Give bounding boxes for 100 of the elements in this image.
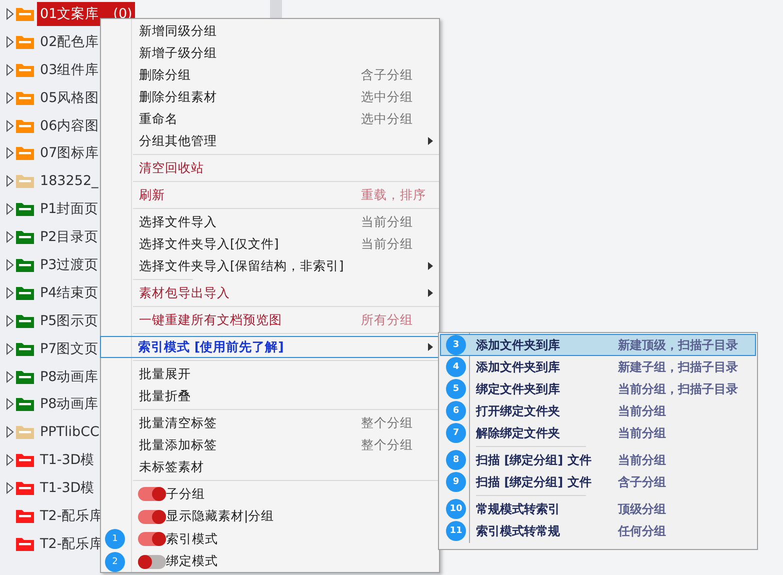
- step-badge: 2: [105, 552, 125, 572]
- toggle-switch[interactable]: [138, 487, 166, 502]
- tree-item[interactable]: P8动画库: [37, 392, 102, 416]
- toggle-label: 绑定模式: [166, 553, 218, 570]
- expand-triangle-icon[interactable]: [6, 120, 14, 132]
- tree-item[interactable]: 183252_: [37, 170, 102, 192]
- menu-item-label: 批量清空标签: [139, 414, 217, 432]
- expand-triangle-icon[interactable]: [6, 92, 14, 104]
- submenu-item[interactable]: 7 解除绑定文件夹 当前分组: [440, 422, 756, 444]
- submenu-item[interactable]: 4 添加文件夹到库 新建子组，扫描子目录: [440, 356, 756, 378]
- step-badge: 10: [446, 499, 466, 519]
- expand-triangle-icon[interactable]: [6, 370, 14, 383]
- tree-item[interactable]: 02配色库: [37, 30, 102, 54]
- expand-triangle-icon[interactable]: [6, 147, 14, 160]
- menu-item[interactable]: 未标签素材: [101, 456, 439, 478]
- expand-triangle-icon[interactable]: [6, 342, 14, 355]
- tree-item[interactable]: P4结束页: [37, 280, 102, 305]
- submenu-item-hint: 顶级分组: [618, 500, 666, 518]
- step-badge: 1: [105, 529, 125, 550]
- tree-item[interactable]: P8动画库: [37, 364, 102, 389]
- submenu-item[interactable]: 5 绑定文件夹到库 当前分组，扫描子目录: [440, 378, 756, 400]
- submenu-item[interactable]: 10 常规模式转索引 顶级分组: [440, 498, 756, 520]
- menu-item-label: 未标签素材: [139, 458, 204, 476]
- tree-item[interactable]: P3过渡页: [37, 252, 102, 277]
- expand-triangle-icon[interactable]: [6, 64, 14, 76]
- submenu-item-label: 添加文件夹到库: [476, 358, 560, 376]
- menu-item[interactable]: 删除分组 含子分组: [101, 64, 439, 86]
- tree-item[interactable]: P7图文页: [37, 336, 102, 361]
- tree-item[interactable]: P1封面页: [37, 197, 102, 222]
- step-badge: 5: [446, 379, 466, 399]
- step-badge: 3: [446, 335, 466, 355]
- expand-triangle-icon[interactable]: [6, 454, 14, 466]
- step-badge: 6: [446, 401, 466, 421]
- menu-item[interactable]: 素材包导出导入: [101, 282, 439, 304]
- scrollbar[interactable]: [270, 0, 282, 20]
- submenu-item[interactable]: 3 添加文件夹到库 新建顶级，扫描子目录: [440, 334, 756, 356]
- menu-item-label: 素材包导出导入: [139, 284, 230, 302]
- expand-triangle-icon[interactable]: [6, 175, 14, 188]
- tree-item[interactable]: T1-3D模: [37, 448, 98, 472]
- submenu-item-label: 添加文件夹到库: [476, 336, 560, 354]
- menu-item-label: 重命名: [139, 110, 178, 128]
- menu-item[interactable]: 选择文件夹导入[仅文件] 当前分组: [101, 233, 439, 255]
- menu-item[interactable]: 批量清空标签 整个分组: [101, 412, 439, 434]
- menu-item-label: 一键重建所有文档预览图: [139, 312, 282, 328]
- menu-item-hint: 当前分组: [361, 236, 413, 252]
- expand-triangle-icon[interactable]: [6, 203, 14, 216]
- expand-triangle-icon[interactable]: [6, 426, 14, 438]
- submenu-item-hint: 新建顶级，扫描子目录: [618, 336, 738, 354]
- step-badge: 7: [446, 423, 466, 443]
- step-badge: 9: [446, 472, 466, 492]
- submenu-item-label: 常规模式转索引: [476, 500, 560, 518]
- expand-triangle-icon[interactable]: [6, 482, 14, 494]
- expand-triangle-icon[interactable]: [6, 8, 14, 20]
- tree-item[interactable]: 06内容图: [37, 114, 102, 138]
- submenu-item[interactable]: 9 扫描 [绑定分组] 文件 含子分组: [440, 471, 756, 493]
- tree-item[interactable]: P5图示页: [37, 308, 102, 333]
- submenu-item[interactable]: 6 打开绑定文件夹 当前分组: [440, 400, 756, 422]
- menu-item[interactable]: 索引模式 [使用前先了解]: [100, 336, 439, 358]
- submenu-item-hint: 当前分组，扫描子目录: [618, 380, 738, 398]
- menu-item-label: 选择文件夹导入[保留结构，非索引]: [139, 258, 344, 274]
- step-badge: 8: [446, 450, 466, 470]
- menu-item[interactable]: 批量展开: [101, 363, 439, 385]
- submenu-item-hint: 当前分组: [618, 402, 666, 420]
- tree-item[interactable]: P2目录页: [37, 225, 102, 250]
- menu-item[interactable]: 选择文件导入 当前分组: [101, 211, 439, 233]
- submenu-item-label: 扫描 [绑定分组] 文件: [476, 452, 592, 468]
- expand-triangle-icon[interactable]: [6, 398, 14, 410]
- toggle-switch[interactable]: [138, 510, 166, 524]
- submenu-item[interactable]: 8 扫描 [绑定分组] 文件 当前分组: [440, 449, 756, 471]
- menu-item[interactable]: 一键重建所有文档预览图 所有分组: [101, 309, 439, 331]
- menu-item[interactable]: 批量折叠: [101, 385, 439, 407]
- tree-item[interactable]: T1-3D模: [37, 476, 98, 500]
- menu-item-hint: 选中分组: [361, 110, 413, 128]
- menu-item-label: 新增同级分组: [139, 22, 217, 40]
- menu-item-hint: 整个分组: [361, 414, 413, 432]
- tree-item[interactable]: 03组件库: [37, 58, 102, 82]
- menu-item-label: 批量折叠: [139, 388, 191, 404]
- menu-item[interactable]: 刷新 重载，排序: [101, 184, 439, 206]
- toggle-switch[interactable]: [138, 554, 166, 569]
- tree-item[interactable]: 07图标库: [37, 141, 102, 166]
- expand-triangle-icon[interactable]: [6, 258, 14, 271]
- expand-triangle-icon[interactable]: [6, 286, 14, 299]
- menu-item[interactable]: 选择文件夹导入[保留结构，非索引]: [101, 255, 439, 277]
- menu-item-label: 清空回收站: [139, 160, 204, 176]
- menu-item[interactable]: 清空回收站: [101, 157, 439, 179]
- menu-item[interactable]: 重命名 选中分组: [101, 108, 439, 130]
- menu-item[interactable]: 删除分组素材 选中分组: [101, 86, 439, 108]
- submenu-item-hint: 新建子组，扫描子目录: [618, 358, 738, 376]
- submenu-item[interactable]: 11 索引模式转常规 任何分组: [440, 520, 756, 542]
- tree-item[interactable]: 05风格图: [37, 86, 102, 110]
- expand-triangle-icon[interactable]: [6, 314, 14, 327]
- menu-item[interactable]: 新增子级分组: [101, 42, 439, 64]
- expand-triangle-icon[interactable]: [6, 36, 14, 48]
- expand-triangle-icon[interactable]: [6, 231, 14, 244]
- submenu-item-label: 索引模式转常规: [476, 522, 560, 540]
- menu-item[interactable]: 批量添加标签 整个分组: [101, 434, 439, 456]
- menu-item[interactable]: 分组其他管理: [101, 130, 439, 152]
- toggle-switch[interactable]: [138, 532, 166, 546]
- submenu-item-hint: 任何分组: [618, 522, 666, 540]
- tree-item[interactable]: PPTlibCC: [37, 421, 102, 444]
